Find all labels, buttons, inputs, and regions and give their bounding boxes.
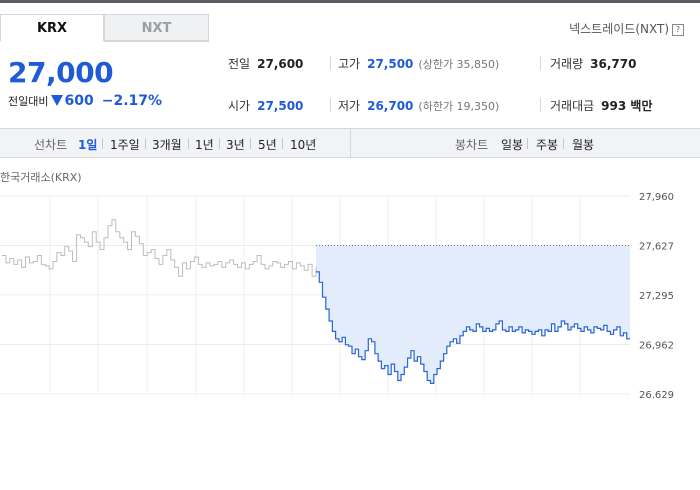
period-toolbar: 선차트 1일 1주일 3개월 1년 3년 5년 10년 봉차트 일봉 주봉 월봉	[0, 128, 700, 158]
divider	[540, 98, 541, 112]
prev-day-line	[2, 219, 317, 277]
toolbar-divider	[350, 129, 351, 157]
stat-value: 993 백만	[601, 99, 653, 113]
divider	[527, 138, 528, 149]
tab-divider	[104, 41, 209, 42]
stat-prev-close: 전일 27,600	[228, 55, 303, 72]
tab-krx[interactable]: KRX	[0, 14, 104, 41]
stat-label: 저가	[338, 99, 361, 113]
change-amount: 600	[64, 93, 94, 109]
period-1d[interactable]: 1일	[78, 136, 97, 153]
tab-nxt[interactable]: NXT	[104, 14, 209, 41]
stat-label: 거래대금	[550, 99, 595, 113]
divider	[145, 138, 146, 149]
divider	[563, 138, 564, 149]
nxt-help-link[interactable]: 넥스트레이드(NXT)?	[569, 20, 684, 37]
period-10y[interactable]: 10년	[290, 136, 316, 153]
candle-weekly[interactable]: 주봉	[536, 136, 558, 153]
divider	[330, 98, 331, 112]
stat-label: 전일	[228, 57, 251, 71]
stat-label: 고가	[338, 57, 361, 71]
down-triangle-icon	[51, 95, 64, 106]
change-label: 전일대비	[8, 95, 49, 108]
divider	[282, 138, 283, 149]
y-tick-label: 27,960	[639, 192, 674, 203]
y-axis-labels: 27,960 27,627 27,295 26,962 26,629	[639, 192, 674, 398]
stat-sub: (하한가 19,350)	[418, 100, 500, 113]
top-border	[0, 0, 700, 3]
y-tick-label: 26,962	[639, 340, 674, 351]
divider	[330, 56, 331, 70]
divider	[540, 56, 541, 70]
period-5y[interactable]: 5년	[258, 136, 277, 153]
candle-monthly[interactable]: 월봉	[572, 136, 594, 153]
period-1y[interactable]: 1년	[195, 136, 214, 153]
stat-value: 26,700	[367, 99, 414, 113]
period-1w[interactable]: 1주일	[110, 136, 140, 153]
stat-value: 27,500	[367, 57, 414, 71]
stat-high: 고가 27,500 (상한가 35,850)	[338, 55, 499, 72]
y-tick-label: 27,627	[639, 242, 674, 253]
candle-daily[interactable]: 일봉	[501, 136, 523, 153]
nxt-link-label: 넥스트레이드(NXT)	[569, 22, 669, 36]
change-percent: −2.17%	[101, 93, 163, 109]
price-chart[interactable]: 27,960 27,627 27,295 26,962 26,629	[0, 188, 700, 398]
stat-volume: 거래량 36,770	[550, 55, 636, 72]
chart-title: 한국거래소(KRX)	[0, 171, 82, 184]
divider	[250, 138, 251, 149]
stat-label: 거래량	[550, 57, 584, 71]
current-price: 27,000	[8, 56, 114, 89]
price-change: 전일대비 600 −2.17%	[8, 93, 162, 109]
candle-chart-label: 봉차트	[455, 138, 489, 152]
y-tick-label: 27,295	[639, 291, 674, 302]
y-tick-label: 26,629	[639, 390, 674, 398]
stat-open: 시가 27,500	[228, 97, 303, 114]
line-chart-label: 선차트	[34, 138, 68, 152]
stat-value: 36,770	[590, 57, 637, 71]
question-icon[interactable]: ?	[672, 24, 684, 36]
stat-amount: 거래대금 993 백만	[550, 97, 652, 114]
stat-label: 시가	[228, 99, 251, 113]
stat-value: 27,500	[257, 99, 304, 113]
today-fill-area	[316, 245, 630, 384]
stat-low: 저가 26,700 (하한가 19,350)	[338, 97, 499, 114]
stat-value: 27,600	[257, 57, 304, 71]
period-3m[interactable]: 3개월	[152, 136, 182, 153]
divider	[188, 138, 189, 149]
stat-sub: (상한가 35,850)	[418, 58, 500, 71]
divider	[102, 138, 103, 149]
divider	[219, 138, 220, 149]
period-3y[interactable]: 3년	[226, 136, 245, 153]
